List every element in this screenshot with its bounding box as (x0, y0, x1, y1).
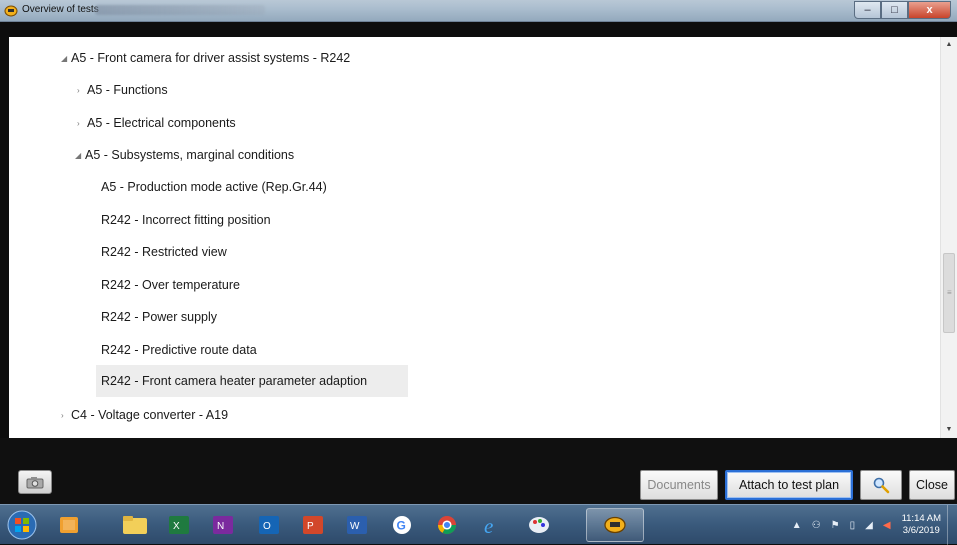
system-tray: ▲ ⚇ ⚑ ▯ ◢ ◀ 11:14 AM 3/6/2019 (787, 505, 957, 545)
internet-explorer-icon: e (484, 514, 493, 536)
scroll-thumb[interactable]: ≡ (943, 253, 955, 333)
outlook-mail-icon: O (259, 516, 279, 534)
chrome-icon (438, 516, 456, 535)
svg-text:e: e (484, 514, 493, 536)
screenshot-button[interactable] (18, 470, 52, 494)
word-icon: W (347, 516, 367, 534)
taskbar-outlook[interactable] (46, 508, 92, 542)
start-button[interactable] (2, 508, 42, 542)
taskbar-powerpoint[interactable]: P (290, 508, 336, 542)
expand-toggle-icon[interactable]: ◢ (61, 54, 71, 63)
clock-date: 3/6/2019 (902, 525, 940, 536)
tree-item-production-mode[interactable]: A5 - Production mode active (Rep.Gr.44) (101, 171, 333, 203)
tree-item-incorrect-fitting[interactable]: R242 - Incorrect fitting position (101, 204, 277, 236)
tree-item-voltage-converter[interactable]: › C4 - Voltage converter - A19 (61, 399, 234, 431)
show-desktop-button[interactable] (947, 505, 957, 545)
signal-icon[interactable]: ◢ (865, 520, 873, 531)
taskbar-google[interactable]: G (379, 508, 425, 542)
svg-text:O: O (263, 521, 271, 532)
svg-text:N: N (217, 521, 224, 532)
google-icon: G (393, 516, 411, 534)
clock-time: 11:14 AM (901, 513, 941, 524)
maximize-button[interactable]: □ (881, 1, 908, 19)
tree-item-heater-parameter-adaption[interactable]: R242 - Front camera heater parameter ada… (96, 365, 408, 397)
blurred-title-text (95, 5, 265, 15)
powerpoint-icon: P (303, 516, 323, 534)
window-title: Overview of tests (22, 4, 99, 15)
outlook-icon (60, 517, 78, 533)
collapse-toggle-icon[interactable]: › (61, 411, 71, 420)
tree-item-subsystems[interactable]: ◢ A5 - Subsystems, marginal conditions (75, 139, 300, 171)
taskbar-diagnostic-app[interactable] (586, 508, 644, 542)
taskbar-outlook-mail[interactable]: O (246, 508, 292, 542)
onenote-icon: N (213, 516, 233, 534)
taskbar-file-explorer[interactable] (112, 508, 158, 542)
network-status-icon[interactable]: ⚇ (812, 520, 821, 531)
attach-to-test-plan-button[interactable]: Attach to test plan (725, 470, 853, 500)
start-orb-icon (7, 510, 37, 540)
close-button[interactable]: Close (909, 470, 955, 500)
file-explorer-icon (123, 516, 147, 534)
app-icon (4, 5, 18, 17)
paint-icon (529, 517, 549, 533)
svg-text:W: W (350, 521, 360, 532)
svg-text:G: G (397, 519, 406, 533)
title-bar: Overview of tests – □ x (0, 0, 957, 22)
taskbar-chrome[interactable] (424, 508, 470, 542)
tree-item-over-temperature[interactable]: R242 - Over temperature (101, 269, 246, 301)
taskbar-word[interactable]: W (334, 508, 380, 542)
svg-text:P: P (307, 521, 314, 532)
collapse-toggle-icon[interactable]: › (77, 86, 87, 95)
minimize-button[interactable]: – (854, 1, 881, 19)
camera-icon (26, 476, 44, 488)
scroll-down-arrow-icon[interactable]: ▼ (941, 422, 957, 438)
close-window-button[interactable]: x (908, 1, 951, 19)
taskbar-excel[interactable]: X (156, 508, 202, 542)
vertical-scrollbar[interactable]: ▲ ≡ ▼ (940, 37, 957, 438)
battery-icon[interactable]: ▯ (850, 520, 856, 531)
test-tree: ◢ A5 - Front camera for driver assist sy… (9, 37, 957, 438)
search-icon (873, 477, 890, 494)
expand-toggle-icon[interactable]: ◢ (75, 151, 85, 160)
taskbar-paint[interactable] (516, 508, 562, 542)
system-clock[interactable]: 11:14 AM 3/6/2019 (902, 513, 941, 537)
svg-text:X: X (173, 521, 180, 532)
taskbar: X N O P W G e ▲ ⚇ ⚑ ▯ ◢ ◀ 11:14 AM 3/6/2… (0, 504, 957, 545)
tree-item-electrical-components[interactable]: › A5 - Electrical components (77, 107, 242, 139)
collapse-toggle-icon[interactable]: › (77, 119, 87, 128)
show-hidden-icons-icon[interactable]: ▲ (792, 520, 802, 531)
window-controls: – □ x (854, 1, 951, 19)
diagnostic-app-icon (604, 516, 626, 534)
taskbar-onenote[interactable]: N (200, 508, 246, 542)
tree-item-predictive-route[interactable]: R242 - Predictive route data (101, 334, 263, 366)
tree-item-restricted-view[interactable]: R242 - Restricted view (101, 236, 233, 268)
tree-item-functions[interactable]: › A5 - Functions (77, 74, 174, 106)
taskbar-internet-explorer[interactable]: e (470, 508, 516, 542)
excel-icon: X (169, 516, 189, 534)
documents-button[interactable]: Documents (640, 470, 718, 500)
tree-item-power-supply[interactable]: R242 - Power supply (101, 301, 223, 333)
tree-item-front-camera[interactable]: ◢ A5 - Front camera for driver assist sy… (61, 42, 356, 74)
volume-muted-icon[interactable]: ◀ (883, 520, 891, 531)
security-flag-icon[interactable]: ⚑ (831, 520, 840, 531)
scroll-up-arrow-icon[interactable]: ▲ (941, 37, 957, 53)
search-button[interactable] (860, 470, 902, 500)
